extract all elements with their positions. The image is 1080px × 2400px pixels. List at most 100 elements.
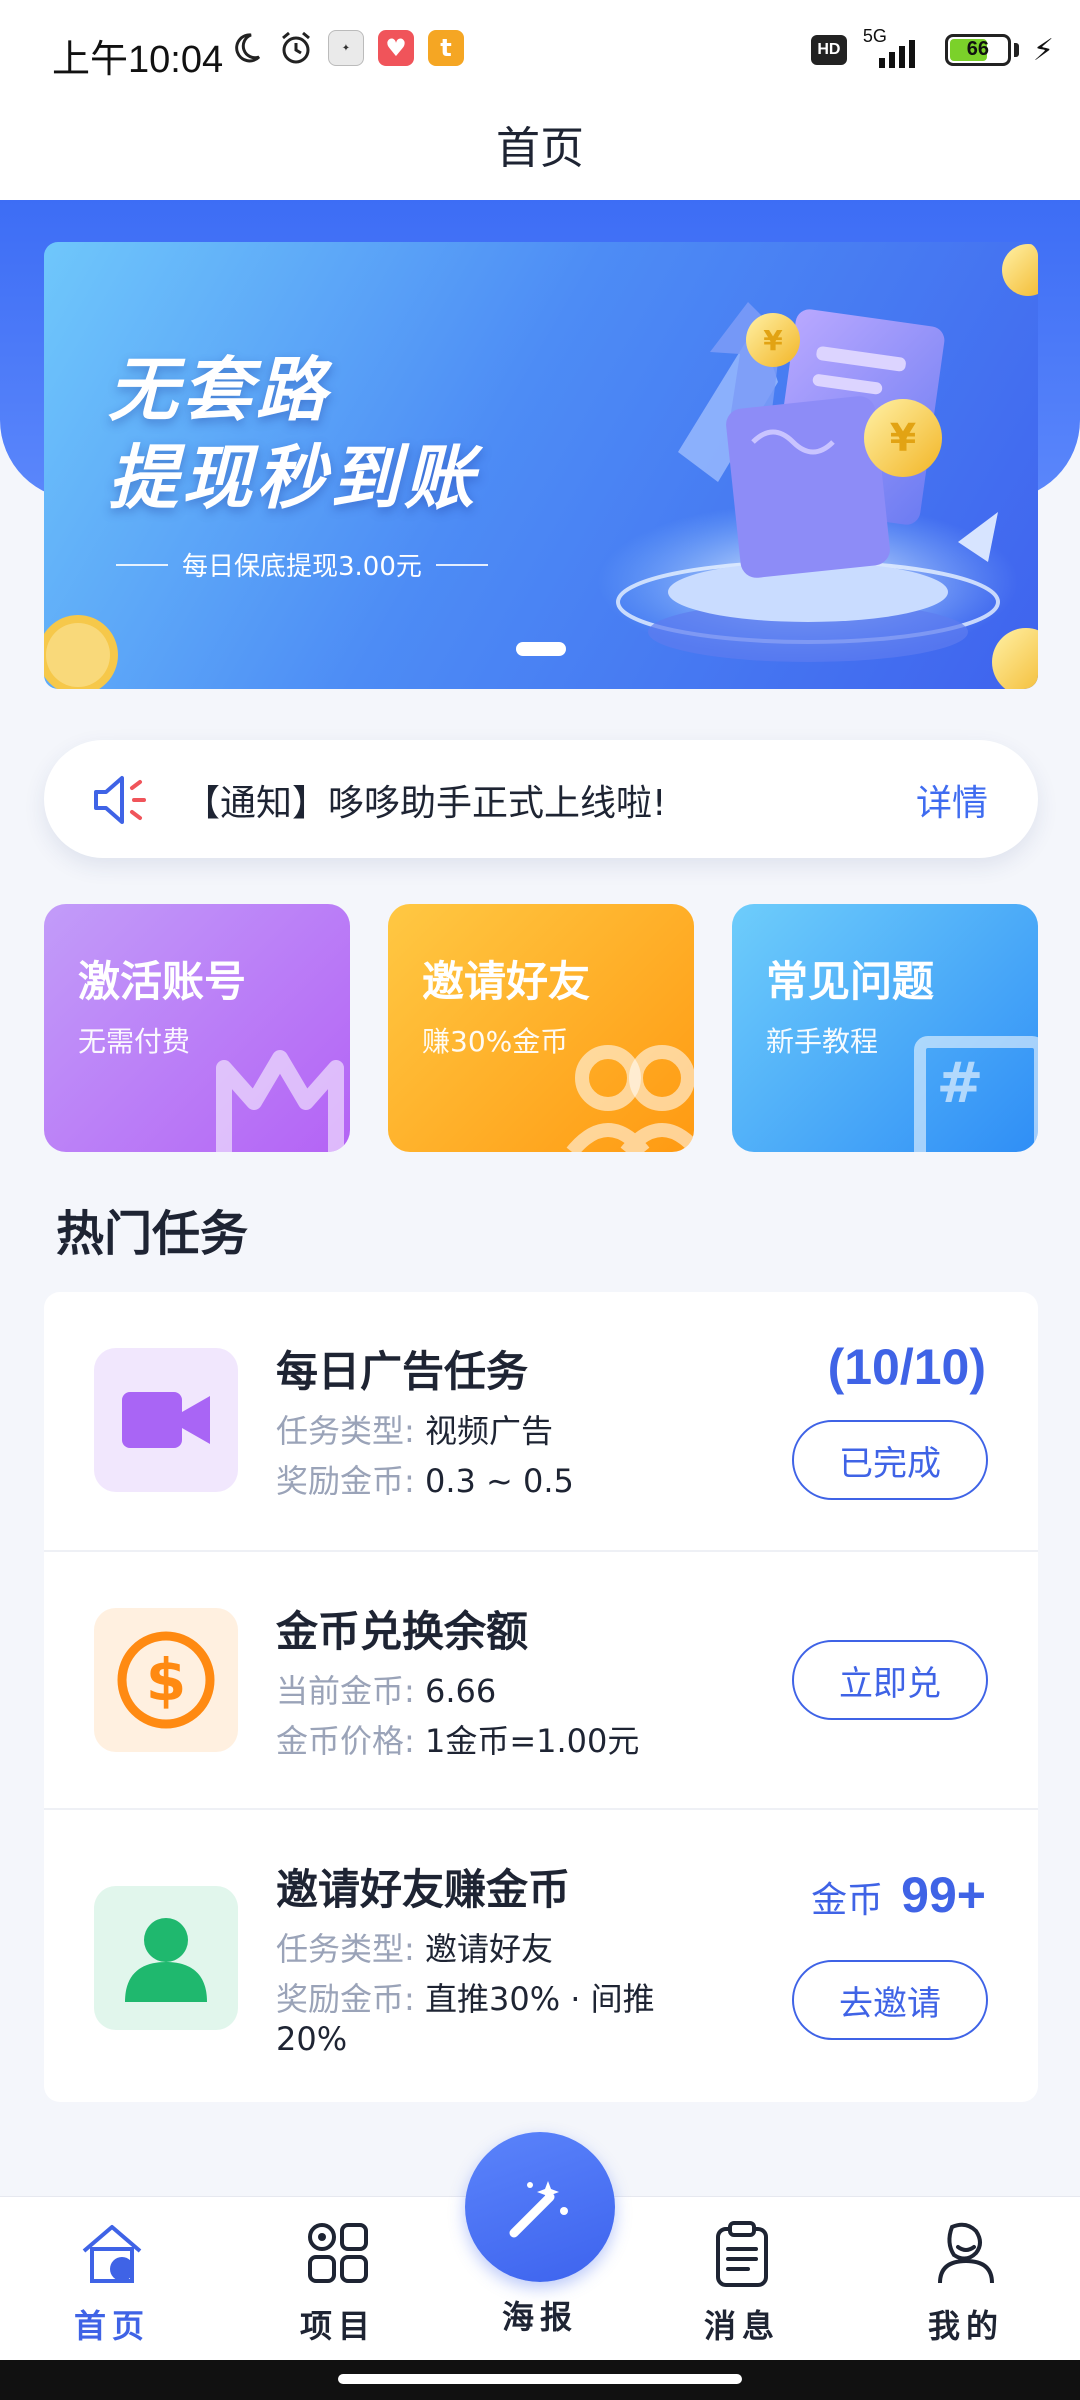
banner-headline-2: 提现秒到账: [108, 437, 478, 519]
notice-detail-link[interactable]: 详情: [916, 774, 988, 826]
speaker-icon: [94, 776, 146, 824]
task-detail-line: 20%: [276, 2020, 347, 2058]
task-list: 每日广告任务 任务类型: 视频广告 奖励金币: 0.3 ~ 0.5 (10/10…: [44, 1292, 1038, 2102]
svg-text:¥: ¥: [763, 324, 783, 357]
task-row: 邀请好友赚金币 任务类型: 邀请好友 奖励金币: 直推30% · 间推 20% …: [44, 1808, 1038, 2102]
banner-headline-1: 无套路: [108, 349, 330, 431]
card-title: 常见问题: [766, 957, 935, 1006]
nav-item-profile[interactable]: 我的: [896, 2217, 1036, 2347]
banner-subtitle: 每日保底提现3.00元: [116, 546, 488, 583]
task-detail-label: 任务类型:: [276, 1930, 415, 1968]
app-notification-icon: t: [428, 30, 464, 66]
task-icon-box: [94, 1348, 238, 1492]
task-detail-label: 任务类型:: [276, 1412, 415, 1450]
clipboard-icon: [716, 2221, 768, 2287]
task-detail-line: 金币价格: 1金币=1.00元: [276, 1716, 639, 1762]
magic-wand-icon: [509, 2181, 568, 2238]
task-title: 每日广告任务: [276, 1347, 529, 1396]
app-notification-icon: ✦: [328, 30, 364, 66]
page-title: 首页: [496, 123, 584, 174]
coin-reward: 金币 99+: [811, 1866, 986, 1924]
completed-button[interactable]: 已完成: [792, 1420, 988, 1500]
nav-item-home[interactable]: 首页: [42, 2217, 182, 2347]
nav-label: 项目: [299, 2307, 376, 2345]
battery-cap: [1013, 43, 1019, 57]
card-subtitle: 赚30%金币: [422, 1025, 569, 1058]
task-detail-value: 视频广告: [424, 1412, 553, 1450]
task-detail-value: 直推30% · 间推: [424, 1980, 655, 2018]
task-detail-value: 邀请好友: [424, 1930, 553, 1968]
status-time: 上午10:04: [52, 39, 224, 81]
task-detail-line: 当前金币: 6.66: [276, 1666, 496, 1712]
task-detail-line: 奖励金币: 0.3 ~ 0.5: [276, 1456, 574, 1502]
nav-item-messages[interactable]: 消息: [672, 2217, 812, 2347]
moon-icon: [228, 30, 264, 66]
card-subtitle: 新手教程: [766, 1025, 879, 1058]
friends-icon: [566, 1045, 694, 1152]
signal-icon: 5G: [861, 26, 931, 70]
crown-icon: [216, 1050, 344, 1152]
battery-icon: 66: [944, 34, 1011, 66]
task-progress-count: (10/10): [827, 1339, 986, 1395]
card-subtitle: 无需付费: [78, 1025, 191, 1058]
coin-value: 99+: [901, 1867, 986, 1923]
nav-label: 首页: [73, 2307, 150, 2345]
status-bar: 上午10:04 ✦ ♥ t HD 5G 66 ⚡: [0, 0, 1080, 100]
nav-label: 海报: [501, 2298, 578, 2336]
coin-decoration: [44, 615, 118, 689]
redeem-button[interactable]: 立即兑: [792, 1640, 988, 1720]
task-detail-line: 任务类型: 邀请好友: [276, 1924, 553, 1970]
task-title: 邀请好友赚金币: [276, 1865, 571, 1914]
home-indicator[interactable]: [338, 2374, 742, 2384]
svg-text:#: #: [937, 1051, 984, 1116]
task-detail-label: 金币价格:: [276, 1722, 415, 1760]
task-detail-line: 任务类型: 视频广告: [276, 1406, 553, 1452]
battery-level: 66: [966, 38, 990, 60]
task-row: $ 金币兑换余额 当前金币: 6.66 金币价格: 1金币=1.00元 立即兑: [44, 1550, 1038, 1808]
task-detail-value: 6.66: [424, 1672, 497, 1710]
activate-account-card[interactable]: 激活账号 无需付费: [44, 904, 350, 1152]
profile-icon: [938, 2222, 994, 2284]
nav-item-projects[interactable]: 项目: [268, 2217, 408, 2347]
grid-icon: [308, 2223, 368, 2283]
svg-text:$: $: [146, 1646, 186, 1714]
card-title: 激活账号: [78, 957, 247, 1006]
home-icon: [82, 2225, 142, 2283]
promo-banner[interactable]: ¥ ¥ 无套路 提现秒到账 每日保底提现3.00元: [44, 242, 1038, 689]
user-icon: [125, 1918, 207, 2002]
video-icon: [122, 1392, 210, 1448]
invite-button[interactable]: 去邀请: [792, 1960, 988, 2040]
task-detail-line: 奖励金币: 直推30% · 间推: [276, 1974, 655, 2020]
svg-text:¥: ¥: [890, 416, 916, 460]
app-notification-icon: ♥: [378, 30, 414, 66]
dollar-icon: $: [117, 1631, 215, 1729]
hashtag-doc-icon: #: [914, 1036, 1038, 1152]
status-system-icons: HD 5G 66 ⚡: [810, 26, 1054, 70]
charging-icon: ⚡: [1032, 32, 1054, 68]
banner-illustration: ¥ ¥: [598, 244, 1038, 689]
carousel-indicator[interactable]: [516, 642, 566, 656]
hot-tasks-title: 热门任务: [56, 1206, 249, 1262]
nav-label: 我的: [927, 2307, 1004, 2345]
task-detail-value: 0.3 ~ 0.5: [424, 1462, 574, 1500]
hd-badge: HD: [810, 35, 847, 65]
notice-text: 【通知】哆哆助手正式上线啦!: [184, 783, 667, 824]
header: 首页: [0, 100, 1080, 200]
task-detail-value: 1金币=1.00元: [424, 1722, 640, 1760]
task-detail-value: 20%: [276, 2020, 348, 2058]
nav-item-poster[interactable]: [465, 2132, 615, 2282]
task-row: 每日广告任务 任务类型: 视频广告 奖励金币: 0.3 ~ 0.5 (10/10…: [44, 1292, 1038, 1550]
status-notification-icons: ✦ ♥ t: [228, 30, 464, 66]
task-detail-label: 奖励金币:: [276, 1462, 415, 1500]
coin-label: 金币: [811, 1880, 884, 1921]
notice-bar[interactable]: 【通知】哆哆助手正式上线啦! 详情: [44, 740, 1038, 858]
task-title: 金币兑换余额: [276, 1607, 529, 1656]
banner-subtitle-text: 每日保底提现3.00元: [182, 552, 422, 582]
invite-friends-card[interactable]: 邀请好友 赚30%金币: [388, 904, 694, 1152]
task-icon-box: $: [94, 1608, 238, 1752]
faq-card[interactable]: 常见问题 新手教程 #: [732, 904, 1038, 1152]
card-title: 邀请好友: [422, 957, 591, 1006]
task-detail-label: 奖励金币:: [276, 1980, 415, 2018]
task-icon-box: [94, 1886, 238, 2030]
task-detail-label: 当前金币:: [276, 1672, 415, 1710]
